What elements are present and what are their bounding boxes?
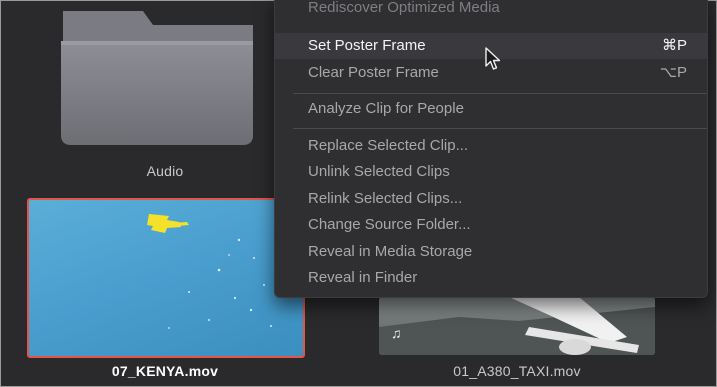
clip-thumbnail-a380[interactable]: ♫: [379, 297, 655, 355]
menu-item-label: Change Source Folder...: [308, 216, 471, 233]
media-pool: Audio 07_KENYA.mov ♫ 01_A380_TAXI.mov Re…: [0, 0, 717, 387]
menu-item-label: Relink Selected Clips...: [308, 190, 463, 207]
menu-item-label: Clear Poster Frame: [308, 64, 439, 81]
menu-separator: [293, 128, 707, 129]
menu-item-label: Rediscover Optimized Media: [308, 0, 500, 16]
menu-item-label: Replace Selected Clip...: [308, 137, 469, 154]
clip-thumbnail-kenya[interactable]: [27, 198, 305, 358]
context-menu: Rediscover Optimized Media Set Poster Fr…: [274, 0, 708, 298]
menu-item-label: Set Poster Frame: [308, 37, 426, 54]
clip-label-kenya: 07_KENYA.mov: [111, 363, 219, 379]
audio-folder[interactable]: [57, 1, 257, 153]
menu-item-label: Reveal in Media Storage: [308, 243, 473, 260]
menu-item-shortcut: ⌥P: [659, 64, 687, 81]
menu-item-analyze-clip-for-people[interactable]: Analyze Clip for People: [275, 96, 707, 122]
menu-item-shortcut: ⌘P: [661, 37, 687, 54]
audio-folder-label: Audio: [146, 163, 184, 179]
menu-item-rediscover-optimized-media[interactable]: Rediscover Optimized Media: [275, 0, 707, 21]
menu-item-reveal-in-media-storage[interactable]: Reveal in Media Storage: [275, 239, 707, 265]
mouse-pointer-icon: [485, 47, 501, 70]
menu-item-relink-selected-clips[interactable]: Relink Selected Clips...: [275, 186, 707, 212]
menu-item-change-source-folder[interactable]: Change Source Folder...: [275, 212, 707, 238]
clip-label-a380: 01_A380_TAXI.mov: [453, 363, 581, 379]
airplane-graphic: [147, 214, 278, 329]
music-note-icon: ♫: [391, 325, 402, 341]
menu-item-unlink-selected-clips[interactable]: Unlink Selected Clips: [275, 159, 707, 185]
menu-item-label: Reveal in Finder: [308, 269, 418, 286]
folder-icon: [61, 11, 253, 145]
menu-item-label: Unlink Selected Clips: [308, 163, 450, 180]
menu-separator: [293, 93, 707, 94]
menu-item-reveal-in-finder[interactable]: Reveal in Finder: [275, 265, 707, 291]
menu-item-replace-selected-clip[interactable]: Replace Selected Clip...: [275, 133, 707, 159]
menu-item-label: Analyze Clip for People: [308, 100, 464, 117]
airliner-graphic: [379, 297, 655, 355]
